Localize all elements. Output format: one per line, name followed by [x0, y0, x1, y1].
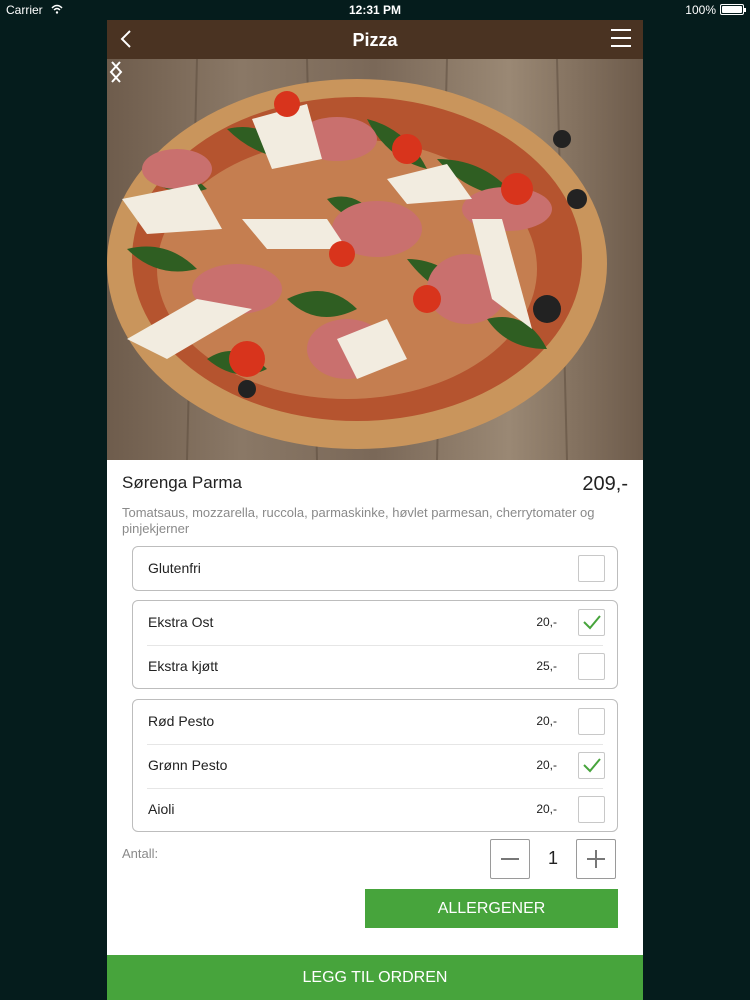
chevron-right-icon[interactable]: [107, 59, 125, 85]
option-row[interactable]: Ekstra Ost 20,-: [133, 601, 617, 645]
option-group-sauces: Rød Pesto 20,- Grønn Pesto 20,- Aioli 20…: [132, 699, 618, 832]
quantity-value: 1: [547, 848, 558, 868]
quantity-increase-button[interactable]: [576, 839, 616, 879]
option-checkbox[interactable]: [578, 752, 605, 779]
option-price: 20,-: [536, 758, 557, 772]
option-price: 20,-: [536, 714, 557, 728]
option-group-glutenfri: Glutenfri: [132, 546, 618, 591]
option-label: Rød Pesto: [148, 713, 215, 729]
hamburger-menu-icon[interactable]: [611, 29, 631, 49]
add-to-order-button[interactable]: LEGG TIL ORDREN: [107, 955, 643, 1000]
pizza-illustration: [107, 59, 607, 460]
option-row[interactable]: Rød Pesto 20,-: [133, 700, 617, 744]
status-time: 12:31 PM: [348, 3, 402, 17]
option-row[interactable]: Ekstra kjøtt 25,-: [133, 645, 617, 689]
option-price: 25,-: [536, 659, 557, 673]
status-bar: Carrier 12:31 PM 100%: [0, 0, 750, 20]
option-row[interactable]: Glutenfri: [133, 547, 617, 591]
option-row[interactable]: Aioli 20,-: [133, 788, 617, 832]
plus-icon: [587, 850, 605, 868]
option-checkbox[interactable]: [578, 653, 605, 680]
option-price: 20,-: [536, 615, 557, 629]
option-row[interactable]: Grønn Pesto 20,-: [133, 744, 617, 788]
option-label: Aioli: [148, 801, 175, 817]
checkmark-icon: [583, 615, 601, 630]
quantity-decrease-button[interactable]: [490, 839, 530, 879]
product-price: 209,-: [582, 473, 628, 495]
option-checkbox[interactable]: [578, 609, 605, 636]
product-description: Tomatsaus, mozzarella, ruccola, parmaski…: [122, 505, 595, 536]
option-price: 20,-: [536, 802, 557, 816]
option-label: Ekstra kjøtt: [148, 658, 219, 674]
option-checkbox[interactable]: [578, 555, 605, 582]
option-label: Grønn Pesto: [148, 757, 228, 773]
option-checkbox[interactable]: [578, 708, 605, 735]
product-detail-panel: Pizza Sørenga Parma 209,- Tomatsaus, moz…: [107, 20, 643, 1000]
option-label: Glutenfri: [148, 560, 201, 576]
option-label: Ekstra Ost: [148, 614, 214, 630]
battery-icon: [720, 4, 746, 15]
page-title: Pizza: [352, 30, 398, 50]
checkmark-icon: [583, 758, 601, 773]
quantity-label: Antall:: [122, 846, 159, 861]
minus-icon: [501, 858, 519, 860]
navbar: Pizza: [107, 20, 643, 59]
product-image: [107, 59, 643, 460]
option-group-extra: Ekstra Ost 20,- Ekstra kjøtt 25,-: [132, 600, 618, 689]
battery-percent: 100%: [685, 3, 716, 17]
option-checkbox[interactable]: [578, 796, 605, 823]
allergens-button[interactable]: ALLERGENER: [365, 889, 618, 928]
product-name: Sørenga Parma: [122, 473, 242, 492]
